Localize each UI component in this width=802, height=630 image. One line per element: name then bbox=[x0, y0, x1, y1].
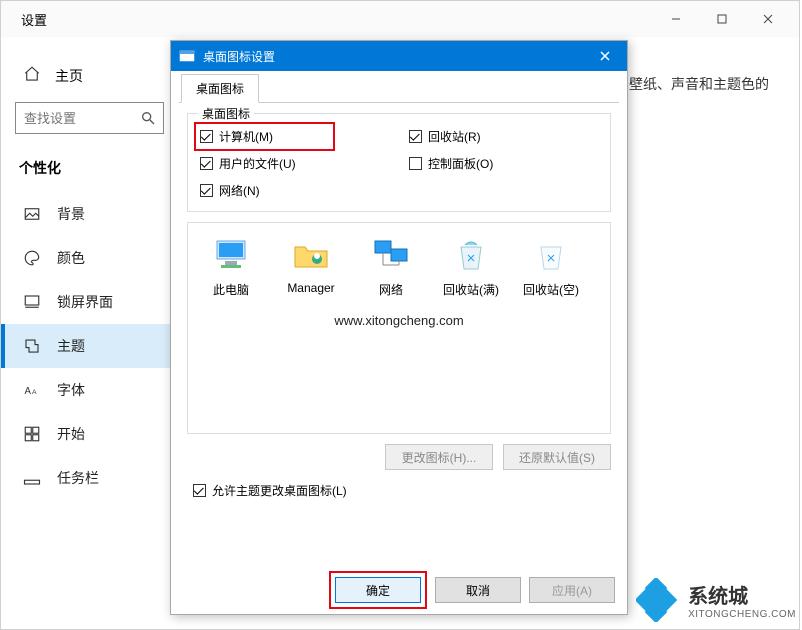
sidebar-item-start[interactable]: 开始 bbox=[1, 412, 176, 456]
sidebar-item-taskbar[interactable]: 任务栏 bbox=[1, 456, 176, 500]
settings-sidebar: 主页 个性化 背景 颜色 锁屏界面 主题 bbox=[1, 37, 176, 629]
icon-item-user-folder[interactable]: Manager bbox=[276, 235, 346, 298]
dialog-body: 桌面图标 桌面图标 计算机(M) 回收站(R) 用户的文件(U) bbox=[171, 71, 627, 566]
checkbox-label: 回收站(R) bbox=[428, 128, 481, 145]
dialog-icon bbox=[179, 48, 195, 64]
button-label: 更改图标(H)... bbox=[402, 449, 477, 466]
tab-desktop-icons[interactable]: 桌面图标 bbox=[181, 74, 259, 103]
network-icon bbox=[371, 235, 411, 275]
checkbox-box-icon bbox=[193, 484, 206, 497]
search-icon bbox=[140, 110, 156, 126]
svg-text:A: A bbox=[32, 389, 37, 396]
home-icon bbox=[23, 65, 41, 86]
checkbox-network[interactable]: 网络(N) bbox=[200, 182, 389, 199]
checkbox-box-icon bbox=[200, 130, 213, 143]
icon-label: 回收站(满) bbox=[436, 281, 506, 298]
button-label: 取消 bbox=[466, 582, 490, 599]
icon-item-recycle-empty[interactable]: 回收站(空) bbox=[516, 235, 586, 298]
sidebar-item-fonts[interactable]: AA 字体 bbox=[1, 368, 176, 412]
palette-icon bbox=[23, 249, 41, 267]
brand-watermark: 系统城 XITONGCHENG.COM bbox=[636, 578, 796, 622]
sidebar-home[interactable]: 主页 bbox=[1, 57, 176, 102]
brand-logo-icon bbox=[636, 578, 680, 622]
dialog-tabstrip: 桌面图标 bbox=[179, 73, 619, 103]
checkbox-label: 允许主题更改桌面图标(L) bbox=[212, 482, 347, 499]
sidebar-item-lockscreen[interactable]: 锁屏界面 bbox=[1, 280, 176, 324]
dialog-titlebar[interactable]: 桌面图标设置 bbox=[171, 41, 627, 71]
main-fragment-text: 壁纸、声音和主题色的 bbox=[629, 71, 799, 98]
svg-text:A: A bbox=[25, 386, 32, 397]
sidebar-item-label: 锁屏界面 bbox=[57, 292, 113, 312]
recycle-full-icon bbox=[451, 235, 491, 275]
desktop-icons-group: 桌面图标 计算机(M) 回收站(R) 用户的文件(U) bbox=[187, 113, 611, 212]
ok-button[interactable]: 确定 bbox=[335, 577, 421, 603]
checkbox-control-panel[interactable]: 控制面板(O) bbox=[409, 155, 598, 172]
start-icon bbox=[23, 425, 41, 443]
sidebar-item-label: 字体 bbox=[57, 380, 85, 400]
settings-title: 设置 bbox=[21, 10, 47, 29]
checkbox-box-icon bbox=[200, 184, 213, 197]
icon-item-this-pc[interactable]: 此电脑 bbox=[196, 235, 266, 298]
icons-preview-panel: 此电脑 Manager 网络 bbox=[187, 222, 611, 434]
icon-label: Manager bbox=[276, 281, 346, 295]
icon-label: 网络 bbox=[356, 281, 426, 298]
checkbox-computer[interactable]: 计算机(M) bbox=[200, 128, 389, 145]
desktop-icon-settings-dialog: 桌面图标设置 桌面图标 桌面图标 计算机(M) 回收站(R) bbox=[170, 40, 628, 615]
checkbox-box-icon bbox=[200, 157, 213, 170]
brand-name-en: XITONGCHENG.COM bbox=[688, 609, 796, 620]
checkbox-label: 控制面板(O) bbox=[428, 155, 493, 172]
category-label: 个性化 bbox=[1, 156, 176, 192]
sidebar-item-color[interactable]: 颜色 bbox=[1, 236, 176, 280]
icon-label: 此电脑 bbox=[196, 281, 266, 298]
button-label: 还原默认值(S) bbox=[519, 449, 595, 466]
user-folder-icon bbox=[291, 235, 331, 275]
this-pc-icon bbox=[211, 235, 251, 275]
dialog-close-button[interactable] bbox=[583, 41, 627, 71]
theme-icon bbox=[23, 337, 41, 355]
highlight-marker: 确定 bbox=[329, 571, 427, 609]
highlight-marker: 计算机(M) bbox=[194, 122, 335, 151]
sidebar-home-label: 主页 bbox=[55, 66, 83, 86]
restore-defaults-button[interactable]: 还原默认值(S) bbox=[503, 444, 611, 470]
cancel-button[interactable]: 取消 bbox=[435, 577, 521, 603]
group-label: 桌面图标 bbox=[198, 105, 254, 122]
lock-icon bbox=[23, 293, 41, 311]
dialog-footer: 确定 取消 应用(A) bbox=[171, 566, 627, 614]
checkbox-label: 用户的文件(U) bbox=[219, 155, 296, 172]
change-icon-button[interactable]: 更改图标(H)... bbox=[385, 444, 493, 470]
checkbox-allow-themes[interactable]: 允许主题更改桌面图标(L) bbox=[193, 482, 611, 499]
close-button[interactable] bbox=[745, 4, 791, 34]
settings-search[interactable] bbox=[15, 102, 164, 134]
sidebar-item-themes[interactable]: 主题 bbox=[1, 324, 176, 368]
icon-label: 回收站(空) bbox=[516, 281, 586, 298]
checkbox-box-icon bbox=[409, 157, 422, 170]
font-icon: AA bbox=[23, 381, 41, 399]
tab-label: 桌面图标 bbox=[196, 82, 244, 96]
taskbar-icon bbox=[23, 469, 41, 487]
settings-titlebar: 设置 bbox=[1, 1, 799, 37]
maximize-button[interactable] bbox=[699, 4, 745, 34]
sidebar-item-label: 任务栏 bbox=[57, 468, 99, 488]
watermark-text: www.xitongcheng.com bbox=[188, 313, 610, 328]
apply-button[interactable]: 应用(A) bbox=[529, 577, 615, 603]
dialog-title: 桌面图标设置 bbox=[203, 48, 275, 65]
brand-name-zh: 系统城 bbox=[688, 580, 796, 609]
image-icon bbox=[23, 205, 41, 223]
checkbox-recycle-bin[interactable]: 回收站(R) bbox=[409, 128, 598, 145]
checkbox-label: 网络(N) bbox=[219, 182, 260, 199]
checkbox-label: 计算机(M) bbox=[219, 128, 273, 145]
button-label: 确定 bbox=[366, 582, 390, 599]
checkbox-box-icon bbox=[409, 130, 422, 143]
sidebar-item-background[interactable]: 背景 bbox=[1, 192, 176, 236]
icon-item-network[interactable]: 网络 bbox=[356, 235, 426, 298]
sidebar-item-label: 开始 bbox=[57, 424, 85, 444]
checkbox-user-files[interactable]: 用户的文件(U) bbox=[200, 155, 389, 172]
button-label: 应用(A) bbox=[552, 582, 592, 599]
sidebar-item-label: 主题 bbox=[57, 336, 85, 356]
recycle-empty-icon bbox=[531, 235, 571, 275]
sidebar-item-label: 背景 bbox=[57, 204, 85, 224]
sidebar-item-label: 颜色 bbox=[57, 248, 85, 268]
minimize-button[interactable] bbox=[653, 4, 699, 34]
icon-item-recycle-full[interactable]: 回收站(满) bbox=[436, 235, 506, 298]
